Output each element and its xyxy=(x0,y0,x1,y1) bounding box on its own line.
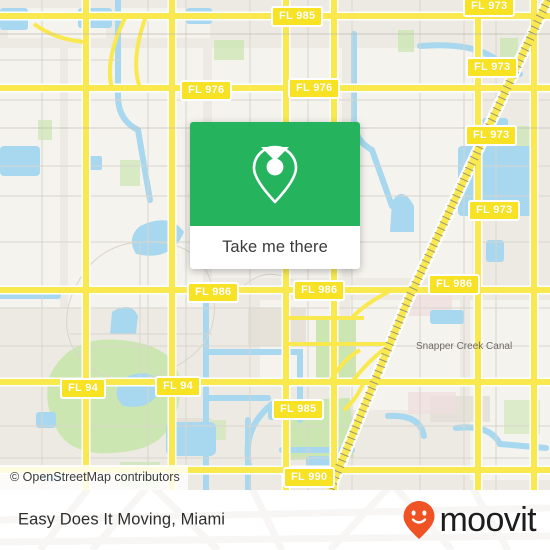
road-shield[interactable]: FL 985 xyxy=(271,6,324,27)
callout-action-area[interactable]: Take me there xyxy=(190,226,360,269)
road-shield[interactable]: FL 973 xyxy=(466,57,519,78)
osm-attribution[interactable]: © OpenStreetMap contributors xyxy=(0,465,188,490)
callout-icon-area xyxy=(190,122,360,226)
road-shield[interactable]: FL 94 xyxy=(155,376,202,397)
place-title: Easy Does It Moving, Miami xyxy=(18,510,226,529)
road-shield[interactable]: FL 973 xyxy=(465,125,518,146)
road-shield[interactable]: FL 94 xyxy=(60,378,107,399)
location-callout-card[interactable]: Take me there xyxy=(190,122,360,269)
map-canvas[interactable]: .rd { stroke:#f9e94e; fill:none; stroke-… xyxy=(0,0,550,490)
moovit-smiley-pin-icon xyxy=(403,501,435,539)
road-shield[interactable]: FL 976 xyxy=(180,80,233,101)
road-shield[interactable]: FL 985 xyxy=(272,399,325,420)
moovit-logo[interactable]: moovit xyxy=(402,500,537,540)
road-shield[interactable]: FL 976 xyxy=(288,78,341,99)
moovit-location-card: .rd { stroke:#f9e94e; fill:none; stroke-… xyxy=(0,0,550,550)
moovit-wordmark: moovit xyxy=(439,501,536,539)
take-me-there-label: Take me there xyxy=(222,238,328,256)
road-shield[interactable]: FL 986 xyxy=(428,274,481,295)
road-shield[interactable]: FL 973 xyxy=(463,0,516,17)
callout-pointer xyxy=(261,147,289,161)
road-shield[interactable]: FL 986 xyxy=(293,280,346,301)
footer-bar: Easy Does It Moving, Miami moovit xyxy=(0,490,550,550)
canal-label: Snapper Creek Canal xyxy=(416,341,513,352)
road-shield[interactable]: FL 990 xyxy=(283,467,336,488)
road-shield[interactable]: FL 986 xyxy=(187,282,240,303)
road-shield[interactable]: FL 973 xyxy=(468,200,521,221)
